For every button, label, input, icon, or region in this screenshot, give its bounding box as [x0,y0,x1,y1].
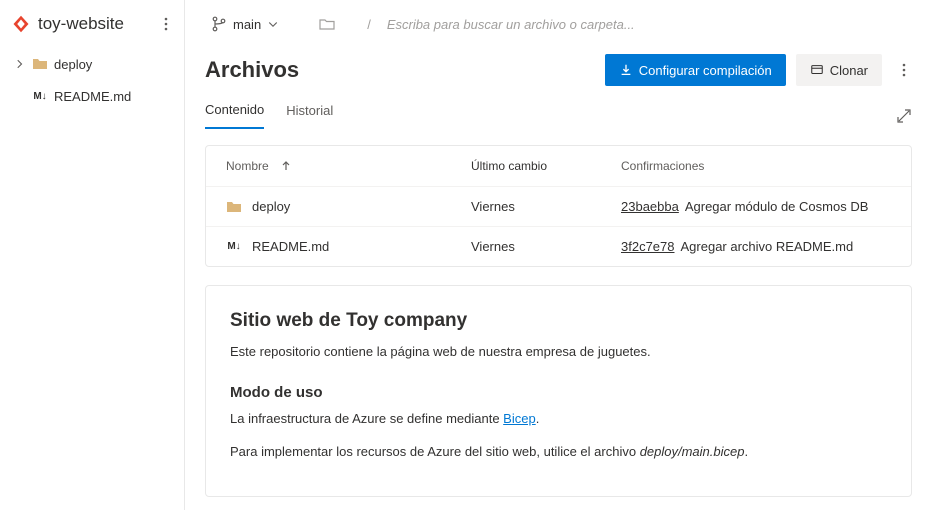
chevron-down-icon [267,18,279,30]
readme-h1: Sitio web de Toy company [230,310,887,332]
markdown-file-icon: M↓ [226,239,242,255]
more-actions-icon[interactable] [896,62,912,78]
tab-content[interactable]: Contenido [205,102,264,129]
file-tree: deploy M↓ README.md [0,44,184,112]
topbar: main / [185,0,932,44]
main-content: main / Archivos Configurar compilación C… [185,0,932,510]
table-row[interactable]: deploy Viernes 23baebba Agregar módulo d… [206,186,911,226]
button-label: Clonar [830,63,868,78]
button-label: Configurar compilación [639,63,772,78]
sort-ascending-icon [281,161,291,171]
file-table: Nombre Último cambio Confirmaciones depl… [205,145,912,267]
markdown-file-icon: M↓ [32,88,48,104]
file-name: README.md [252,239,329,254]
tree-row-folder[interactable]: deploy [0,48,184,80]
commit-message: Agregar módulo de Cosmos DB [685,199,869,214]
col-header-change[interactable]: Último cambio [471,159,621,173]
tree-item-label: deploy [54,57,92,72]
tabs: Contenido Historial [185,86,932,129]
branch-selector[interactable]: main [205,12,285,36]
col-header-commits[interactable]: Confirmaciones [621,159,891,173]
commit-hash[interactable]: 3f2c7e78 [621,239,675,254]
sidebar: toy-website deploy M↓ README.md [0,0,185,510]
file-name: deploy [252,199,290,214]
readme-h2: Modo de uso [230,384,887,401]
folder-outline-icon [319,16,335,32]
build-icon [619,63,633,77]
readme-paragraph: La infraestructura de Azure se define me… [230,409,887,429]
fullscreen-icon[interactable] [896,108,912,124]
page-title: Archivos [205,57,605,83]
col-header-name[interactable]: Nombre [226,159,471,173]
more-icon[interactable] [158,16,174,32]
branch-name: main [233,17,261,32]
tree-item-label: README.md [54,89,131,104]
repo-name: toy-website [38,14,150,34]
readme-paragraph: Para implementar los recursos de Azure d… [230,442,887,462]
folder-icon [226,199,242,215]
table-row[interactable]: M↓ README.md Viernes 3f2c7e78 Agregar ar… [206,226,911,266]
readme-paragraph: Este repositorio contiene la página web … [230,342,887,362]
branch-icon [211,16,227,32]
configure-build-button[interactable]: Configurar compilación [605,54,786,86]
commit-hash[interactable]: 23baebba [621,199,679,214]
clone-icon [810,63,824,77]
repo-header: toy-website [0,8,184,44]
last-change: Viernes [471,239,621,254]
path-separator: / [367,17,371,32]
commit-message: Agregar archivo README.md [681,239,854,254]
tree-row-file[interactable]: M↓ README.md [0,80,184,112]
readme-preview: Sitio web de Toy company Este repositori… [205,285,912,497]
clone-button[interactable]: Clonar [796,54,882,86]
folder-icon [32,56,48,72]
readme-filepath: deploy/main.bicep [640,444,745,459]
last-change: Viernes [471,199,621,214]
repo-logo-icon [12,15,30,33]
tab-history[interactable]: Historial [286,103,333,128]
chevron-right-icon [14,58,26,70]
path-search-input[interactable] [387,17,912,32]
table-header-row: Nombre Último cambio Confirmaciones [206,146,911,186]
bicep-link[interactable]: Bicep [503,411,536,426]
page-header: Archivos Configurar compilación Clonar [185,44,932,86]
